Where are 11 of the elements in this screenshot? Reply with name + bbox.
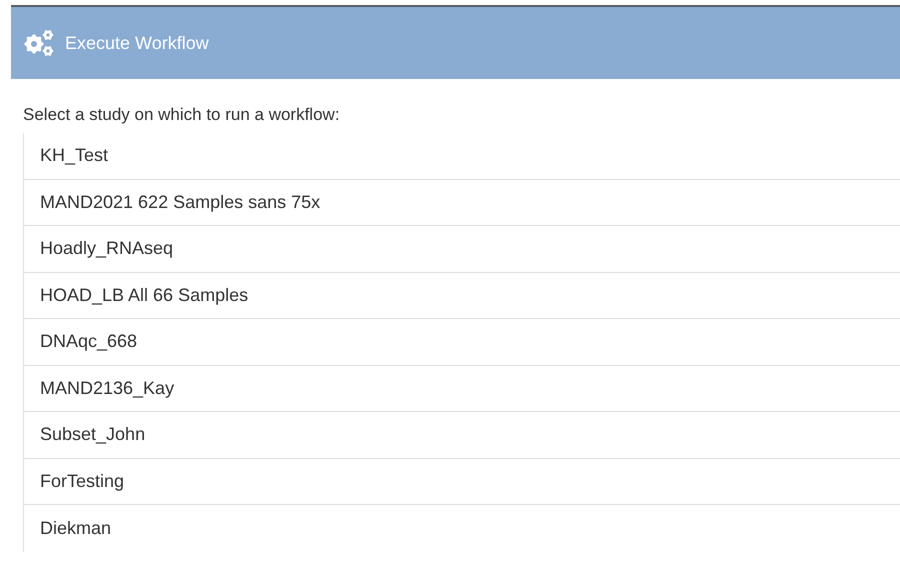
header-title: Execute Workflow [65,32,209,54]
prompt-text: Select a study on which to run a workflow: [23,105,341,125]
study-item[interactable]: Hoadly_RNAseq [24,226,900,272]
study-item[interactable]: DNAqc_668 [24,319,900,366]
study-item[interactable]: MAND2136_Kay [24,366,900,412]
study-item[interactable]: Subset_John [24,412,900,458]
study-item[interactable]: Diekman [24,505,900,552]
study-item[interactable]: MAND2021 622 Samples sans 75x [24,180,900,226]
study-item[interactable]: ForTesting [24,458,900,505]
study-item[interactable]: HOAD_LB All 66 Samples [24,272,900,319]
study-item[interactable]: KH_Test [24,133,900,180]
